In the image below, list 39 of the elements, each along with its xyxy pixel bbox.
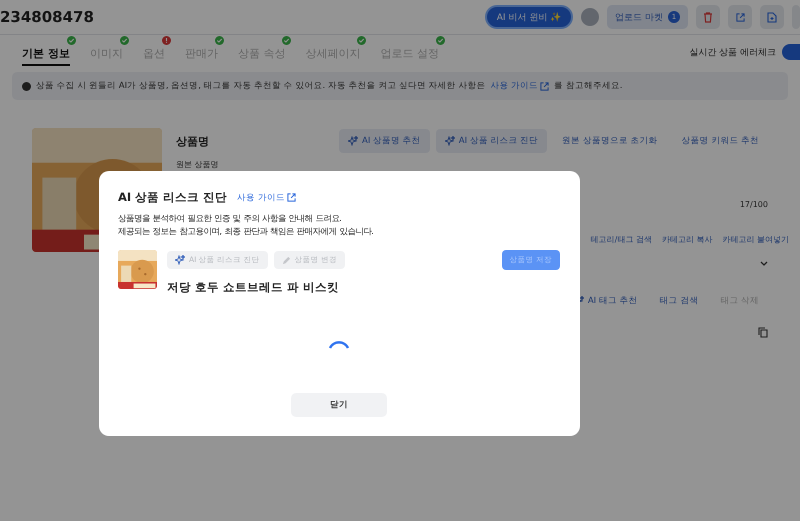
delete-button[interactable] bbox=[696, 5, 720, 29]
assistant-button[interactable]: AI 비서 윈비 ✨ bbox=[484, 5, 574, 29]
guide-link[interactable]: 사용 가이드 bbox=[237, 192, 296, 204]
error-check-switch[interactable] bbox=[782, 44, 800, 60]
product-name-action[interactable]: AI 상품 리스크 진단 bbox=[436, 129, 548, 153]
external-link-icon bbox=[736, 12, 744, 22]
original-name-label: 원본 상품명 bbox=[176, 158, 219, 170]
copy-icon[interactable] bbox=[758, 327, 768, 338]
external-link-icon bbox=[540, 82, 550, 90]
product-name-label: 상품명 bbox=[176, 134, 209, 148]
sparkle-icon bbox=[348, 136, 358, 146]
guide-link[interactable]: 사용 가이드 bbox=[490, 80, 550, 92]
avatar-icon[interactable] bbox=[581, 8, 600, 26]
product-id: 234808478 bbox=[0, 8, 95, 26]
category-action[interactable]: 카테고리 붙여넣기 bbox=[717, 227, 794, 251]
tag-action[interactable]: 태그 검색 bbox=[650, 289, 708, 313]
sparkle-icon bbox=[175, 255, 185, 265]
open-link-button[interactable] bbox=[728, 5, 752, 29]
chevron-down-icon bbox=[760, 261, 768, 267]
trash-icon bbox=[703, 12, 713, 22]
char-count: 17/100 bbox=[740, 200, 768, 209]
close-button[interactable]: 닫기 bbox=[291, 393, 387, 417]
sparkle-icon bbox=[444, 136, 455, 146]
error-check-label: 실시간 상품 에러체크 bbox=[689, 46, 776, 58]
dialog-description: 상품명을 분석하여 필요한 인증 및 주의 사항을 안내해 드려요. bbox=[118, 212, 343, 224]
file-icon bbox=[767, 12, 777, 22]
product-name-action[interactable]: 원본 상품명으로 초기화 bbox=[553, 129, 667, 153]
pencil-icon bbox=[282, 256, 290, 264]
category-action[interactable]: 카테고리 복사 bbox=[656, 227, 718, 251]
product-name-action[interactable]: 상품명 키워드 추천 bbox=[672, 129, 768, 153]
notice-suffix: 를 참고해주세요. bbox=[554, 80, 622, 92]
product-name: 저당 호두 쇼트브레드 파 비스킷 bbox=[167, 280, 340, 295]
dialog-description: 제공되는 정보는 참고용이며, 최종 판단과 책임은 판매자에게 있습니다. bbox=[118, 224, 375, 237]
file-button[interactable] bbox=[760, 5, 784, 29]
tab[interactable]: 기본 정보 bbox=[22, 46, 70, 66]
product-name-action[interactable]: AI 상품명 추천 bbox=[339, 129, 430, 153]
category-action[interactable]: 테고리/태그 검색 bbox=[586, 227, 657, 251]
notice-text: 상품 수집 시 윈들리 AI가 상품명, 옵션명, 태그를 자동 추천할 수 있어요. 자동 추천을 켜고 싶다면 자세한 사항은 bbox=[36, 80, 486, 92]
external-link-icon bbox=[286, 193, 296, 202]
